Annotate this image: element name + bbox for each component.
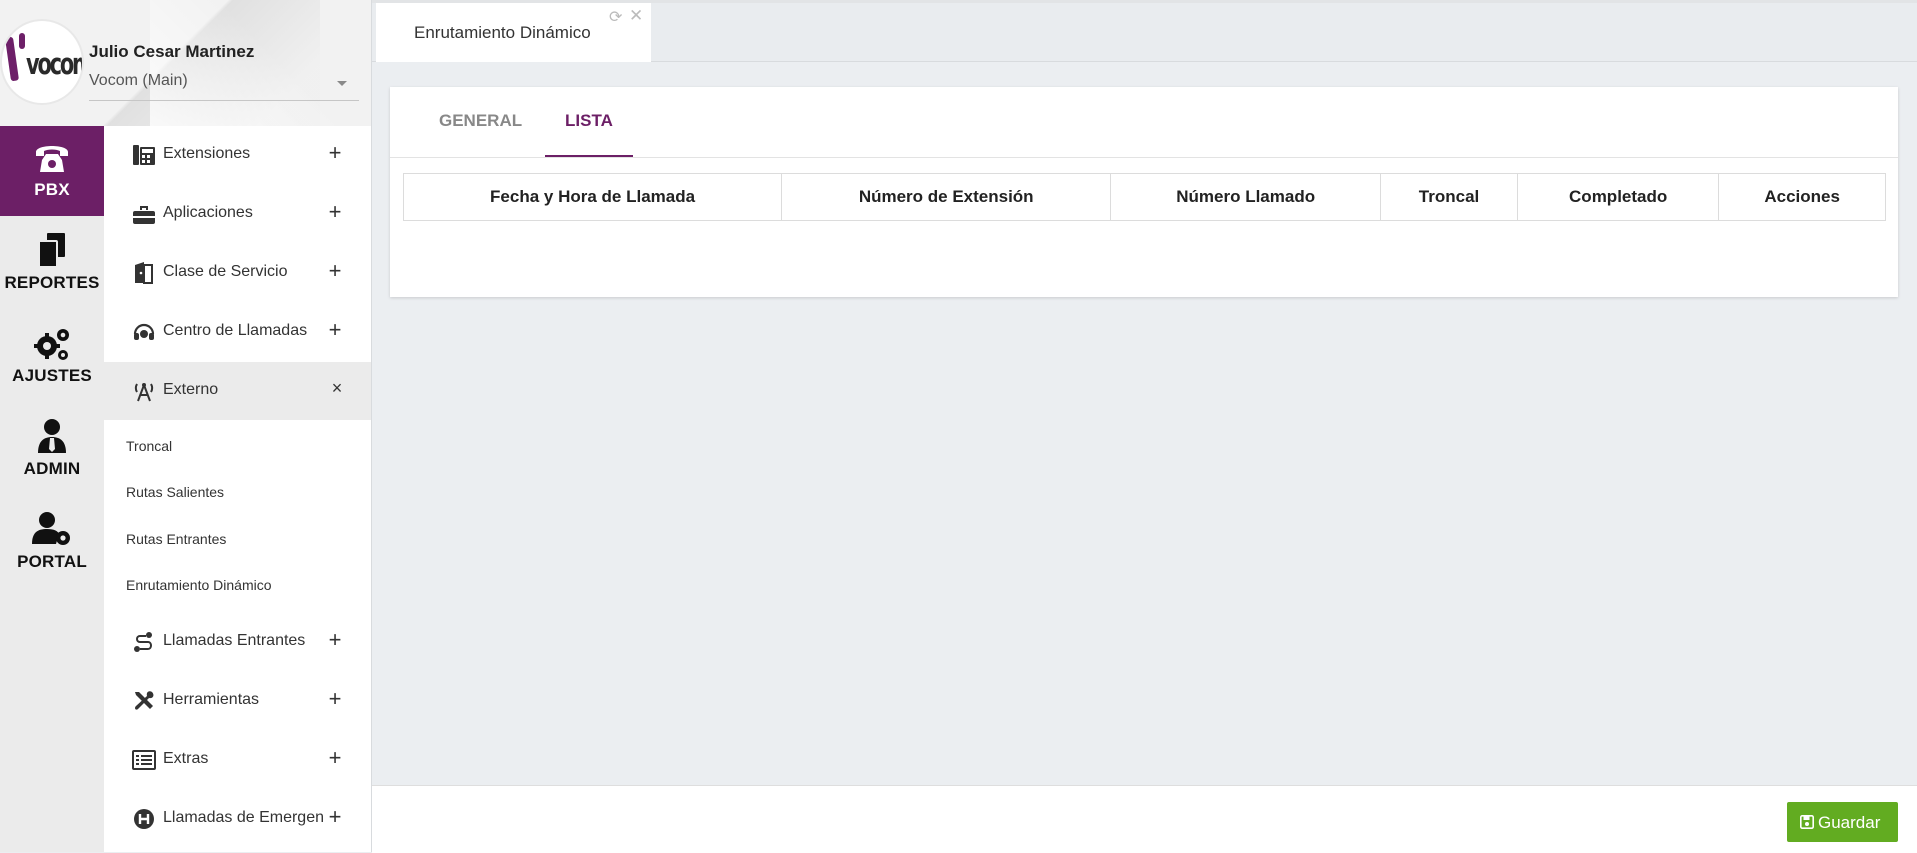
menu-item-centro-de-llamadas[interactable]: Centro de Llamadas + <box>104 303 371 361</box>
expand-plus-icon[interactable]: + <box>325 140 345 166</box>
headset-icon <box>133 323 155 340</box>
header-decoration-light <box>150 0 350 126</box>
door-icon <box>135 262 153 284</box>
footer-bar <box>372 785 1917 853</box>
menu-item-llamadas-de-emergencia[interactable]: Llamadas de Emergen + <box>104 790 371 848</box>
rail-item-portal[interactable]: PORTAL <box>0 498 104 588</box>
menu-item-extensiones[interactable]: Extensiones + <box>104 126 371 184</box>
page-tab-strip: Enrutamiento Dinámico ⟳ ✕ <box>372 3 1917 62</box>
rail-label-reportes: REPORTES <box>4 273 100 292</box>
rail-label-admin: ADMIN <box>23 459 81 478</box>
expand-plus-icon[interactable]: + <box>325 199 345 225</box>
menu-label: Externo <box>163 381 219 398</box>
menu-item-clase-de-servicio[interactable]: Clase de Servicio + <box>104 244 371 302</box>
menu-label: Clase de Servicio <box>163 263 288 280</box>
phone-office-icon <box>133 145 155 165</box>
panel-divider <box>371 0 372 852</box>
user-tie-icon <box>38 419 66 453</box>
rail-item-ajustes[interactable]: AJUSTES <box>0 312 104 402</box>
submenu-item-troncal[interactable]: Troncal <box>126 438 172 454</box>
menu-label: Llamadas de Emergen <box>163 809 324 826</box>
rail-label-ajustes: AJUSTES <box>12 366 92 385</box>
documents-icon <box>38 233 65 268</box>
phone-icon <box>36 146 68 172</box>
save-button[interactable]: Guardar <box>1787 802 1898 842</box>
hospital-icon <box>134 809 154 829</box>
menu-label: Extensiones <box>163 145 251 162</box>
close-icon[interactable]: ✕ <box>629 6 643 26</box>
menu-label: Extras <box>163 750 209 767</box>
collapse-close-icon[interactable]: × <box>327 378 347 399</box>
tools-icon <box>135 691 154 710</box>
organization-select[interactable]: Vocom (Main) <box>89 72 359 101</box>
refresh-icon[interactable]: ⟳ <box>609 7 622 27</box>
page-tab-enrutamiento-dinamico[interactable]: Enrutamiento Dinámico ⟳ ✕ <box>376 3 651 62</box>
submenu-item-enrutamiento-dinamico[interactable]: Enrutamiento Dinámico <box>126 577 272 593</box>
menu-item-externo[interactable]: Externo × <box>104 362 371 420</box>
route-icon <box>134 632 152 652</box>
tab-lista[interactable]: LISTA <box>565 111 613 131</box>
content-card: GENERAL LISTA Fecha y Hora de Llamada Nú… <box>390 87 1898 297</box>
user-name: Julio Cesar Martinez <box>89 42 255 61</box>
menu-item-llamadas-entrantes[interactable]: Llamadas Entrantes + <box>104 613 371 671</box>
expand-plus-icon[interactable]: + <box>325 627 345 653</box>
logo-text: vocom <box>26 47 82 81</box>
module-rail: PBX REPORTES AJUSTES ADMIN PORTAL <box>0 126 104 852</box>
expand-plus-icon[interactable]: + <box>325 745 345 771</box>
list-icon <box>132 750 156 770</box>
save-button-label: Guardar <box>1818 813 1881 832</box>
submenu-item-rutas-entrantes[interactable]: Rutas Entrantes <box>126 531 226 547</box>
user-header: vocom Julio Cesar Martinez Vocom (Main) <box>0 0 371 126</box>
rail-item-pbx[interactable]: PBX <box>0 126 104 216</box>
rail-label-pbx: PBX <box>34 180 70 199</box>
antenna-icon <box>134 383 154 402</box>
expand-plus-icon[interactable]: + <box>325 804 345 830</box>
menu-item-herramientas[interactable]: Herramientas + <box>104 672 371 730</box>
menu-item-extras[interactable]: Extras + <box>104 731 371 789</box>
company-logo: vocom <box>2 21 82 103</box>
menu-label: Herramientas <box>163 691 260 708</box>
menu-label: Aplicaciones <box>163 204 253 221</box>
column-header-troncal[interactable]: Troncal <box>1380 173 1518 221</box>
expand-plus-icon[interactable]: + <box>325 317 345 343</box>
active-tab-indicator <box>545 155 633 157</box>
menu-label: Centro de Llamadas <box>163 322 308 339</box>
column-header-completado[interactable]: Completado <box>1516 173 1720 221</box>
rail-item-reportes[interactable]: REPORTES <box>0 219 104 309</box>
routing-list-table: Fecha y Hora de Llamada Número de Extens… <box>402 173 1886 221</box>
column-header-extension[interactable]: Número de Extensión <box>781 173 1112 221</box>
pbx-menu: Extensiones + Aplicaciones + Clase de Se… <box>104 126 371 852</box>
rail-item-admin[interactable]: ADMIN <box>0 405 104 495</box>
user-gear-icon <box>32 512 70 545</box>
caret-down-icon <box>337 81 347 86</box>
submenu-item-rutas-salientes[interactable]: Rutas Salientes <box>126 484 224 500</box>
gears-icon <box>34 329 69 360</box>
tab-general[interactable]: GENERAL <box>439 111 522 131</box>
toolbox-icon <box>133 206 155 224</box>
column-header-fecha[interactable]: Fecha y Hora de Llamada <box>402 173 783 221</box>
column-header-numero-llamado[interactable]: Número Llamado <box>1110 173 1382 221</box>
table-header-row: Fecha y Hora de Llamada Número de Extens… <box>402 173 1886 221</box>
save-icon <box>1800 815 1814 829</box>
expand-plus-icon[interactable]: + <box>325 686 345 712</box>
menu-label: Llamadas Entrantes <box>163 632 306 649</box>
organization-value: Vocom (Main) <box>89 72 188 89</box>
card-tab-bar: GENERAL LISTA <box>390 87 1898 158</box>
page-tab-title: Enrutamiento Dinámico <box>414 23 591 42</box>
rail-label-portal: PORTAL <box>17 552 87 571</box>
menu-item-aplicaciones[interactable]: Aplicaciones + <box>104 185 371 243</box>
column-header-acciones[interactable]: Acciones <box>1718 173 1886 221</box>
expand-plus-icon[interactable]: + <box>325 258 345 284</box>
